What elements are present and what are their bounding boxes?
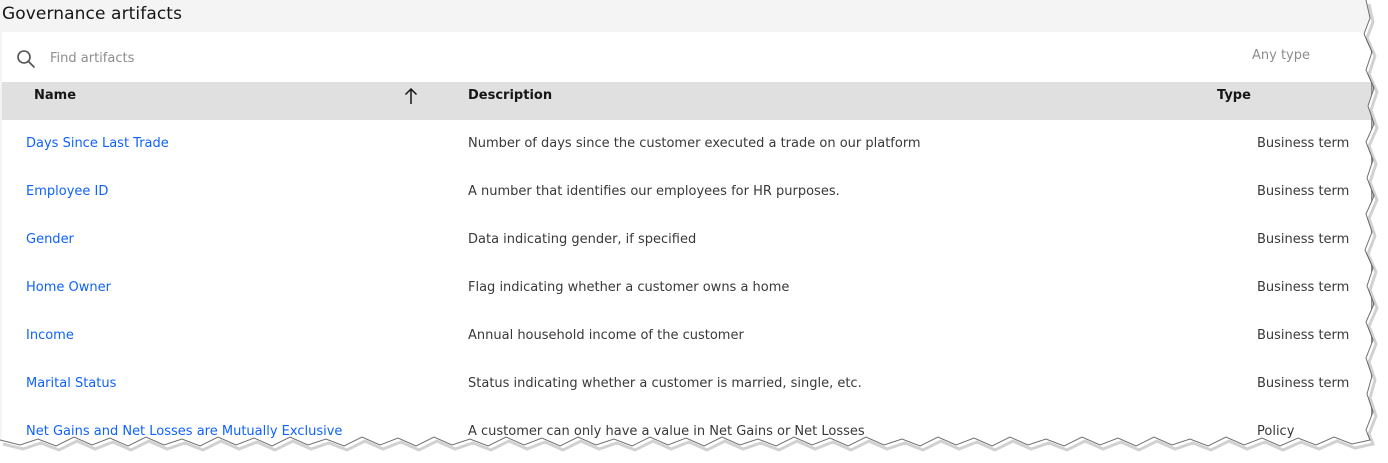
arrow-up-icon[interactable]	[402, 86, 420, 106]
artifact-description: Status indicating whether a customer is …	[468, 376, 862, 391]
artifact-description: A customer can only have a value in Net …	[468, 424, 865, 439]
table-body: Days Since Last Trade Number of days sin…	[2, 120, 1371, 447]
table-row[interactable]: Employee ID A number that identifies our…	[2, 168, 1371, 216]
artifact-type: Business term	[1257, 376, 1350, 391]
search-input[interactable]	[42, 45, 642, 71]
search-icon	[16, 49, 36, 69]
table-row[interactable]: Net Gains and Net Losses are Mutually Ex…	[2, 408, 1371, 447]
table-row[interactable]: Days Since Last Trade Number of days sin…	[2, 120, 1371, 168]
governance-artifacts-page: Governance artifacts Any type Name	[0, 0, 1372, 448]
artifact-name-link[interactable]: Income	[26, 328, 74, 343]
artifact-description: Annual household income of the customer	[468, 328, 744, 343]
table-row[interactable]: Home Owner Flag indicating whether a cus…	[2, 264, 1371, 312]
artifact-type: Business term	[1257, 280, 1350, 295]
artifact-name-link[interactable]: Home Owner	[26, 280, 111, 295]
artifact-name-link[interactable]: Gender	[26, 232, 74, 247]
artifact-type: Business term	[1257, 328, 1350, 343]
artifact-name-link[interactable]: Net Gains and Net Losses are Mutually Ex…	[26, 424, 342, 439]
artifact-description: Data indicating gender, if specified	[468, 232, 697, 247]
artifact-description: A number that identifies our employees f…	[468, 184, 840, 199]
column-header-type[interactable]: Type	[1211, 82, 1371, 120]
table-header: Name Description Type	[2, 82, 1371, 120]
artifact-name-link[interactable]: Marital Status	[26, 376, 116, 391]
column-header-description[interactable]: Description	[462, 82, 1162, 120]
table-row[interactable]: Marital Status Status indicating whether…	[2, 360, 1371, 408]
artifact-type: Business term	[1257, 232, 1350, 247]
page-title: Governance artifacts	[2, 4, 183, 24]
table-row[interactable]: Gender Data indicating gender, if specif…	[2, 216, 1371, 264]
artifact-type: Policy	[1257, 424, 1295, 439]
type-filter-dropdown[interactable]: Any type	[1242, 45, 1320, 67]
artifact-description: Number of days since the customer execut…	[468, 136, 921, 151]
artifact-description: Flag indicating whether a customer owns …	[468, 280, 790, 295]
column-header-name-label: Name	[34, 88, 77, 103]
artifact-name-link[interactable]: Employee ID	[26, 184, 108, 199]
artifact-type: Business term	[1257, 136, 1350, 151]
table-row[interactable]: Income Annual household income of the cu…	[2, 312, 1371, 360]
search-toolbar: Any type	[2, 32, 1371, 82]
artifact-name-link[interactable]: Days Since Last Trade	[26, 136, 169, 151]
artifacts-panel: Any type Name Description Type Days Sinc…	[2, 32, 1371, 447]
artifact-type: Business term	[1257, 184, 1350, 199]
column-header-name[interactable]: Name	[2, 82, 442, 120]
